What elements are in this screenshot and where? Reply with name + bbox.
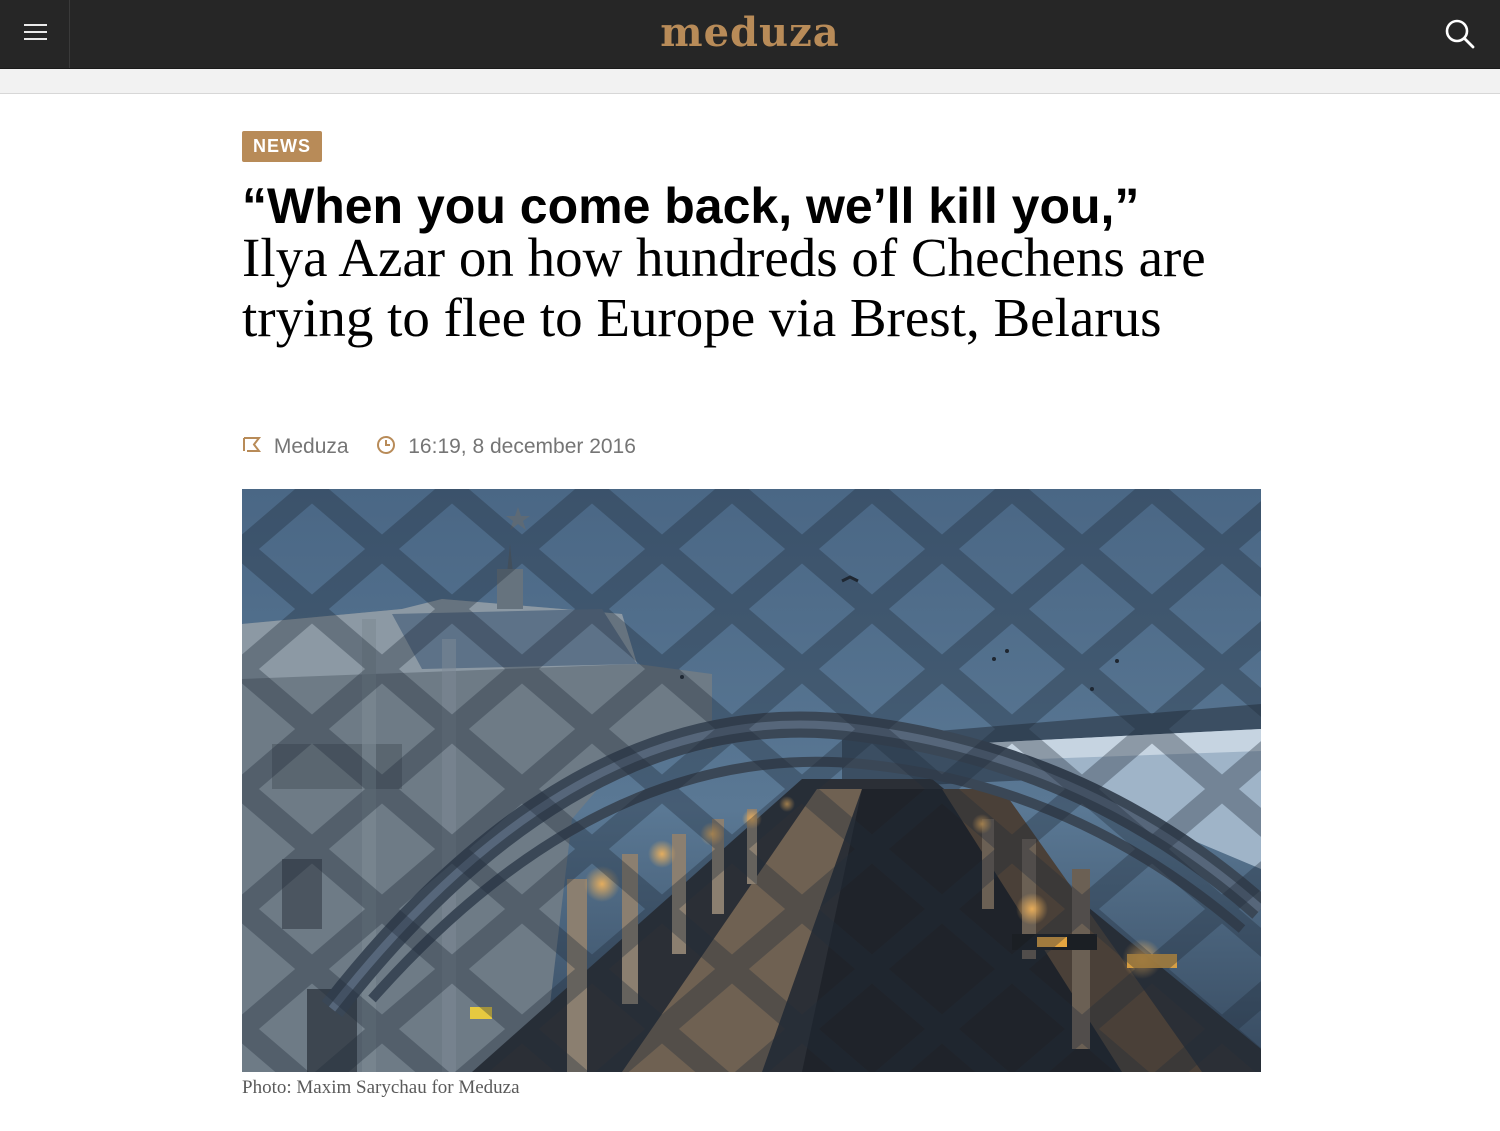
timestamp-item: 16:19, 8 december 2016 [376, 432, 636, 462]
train-station-photo [242, 489, 1261, 1072]
source-item: Meduza [242, 432, 349, 462]
search-icon [1445, 19, 1475, 49]
clock-icon [377, 436, 396, 455]
lead-photo[interactable] [242, 489, 1261, 1072]
source-flag-icon [243, 437, 262, 453]
article-subheadline: Ilya Azar on how hundreds of Chechens ar… [242, 227, 1206, 348]
top-navigation-bar: meduza [0, 0, 1500, 69]
photo-caption: Photo: Maxim Sarychau for Meduza [242, 1077, 520, 1098]
secondary-bar [0, 69, 1500, 94]
source-label[interactable]: Meduza [274, 435, 349, 458]
timestamp-label: 16:19, 8 december 2016 [408, 435, 636, 458]
site-logo[interactable]: meduza [0, 8, 1500, 58]
search-button[interactable] [1440, 14, 1480, 54]
rubric-badge[interactable]: NEWS [242, 131, 322, 162]
article-meta: Meduza 16:19, 8 december 2016 [242, 432, 636, 462]
